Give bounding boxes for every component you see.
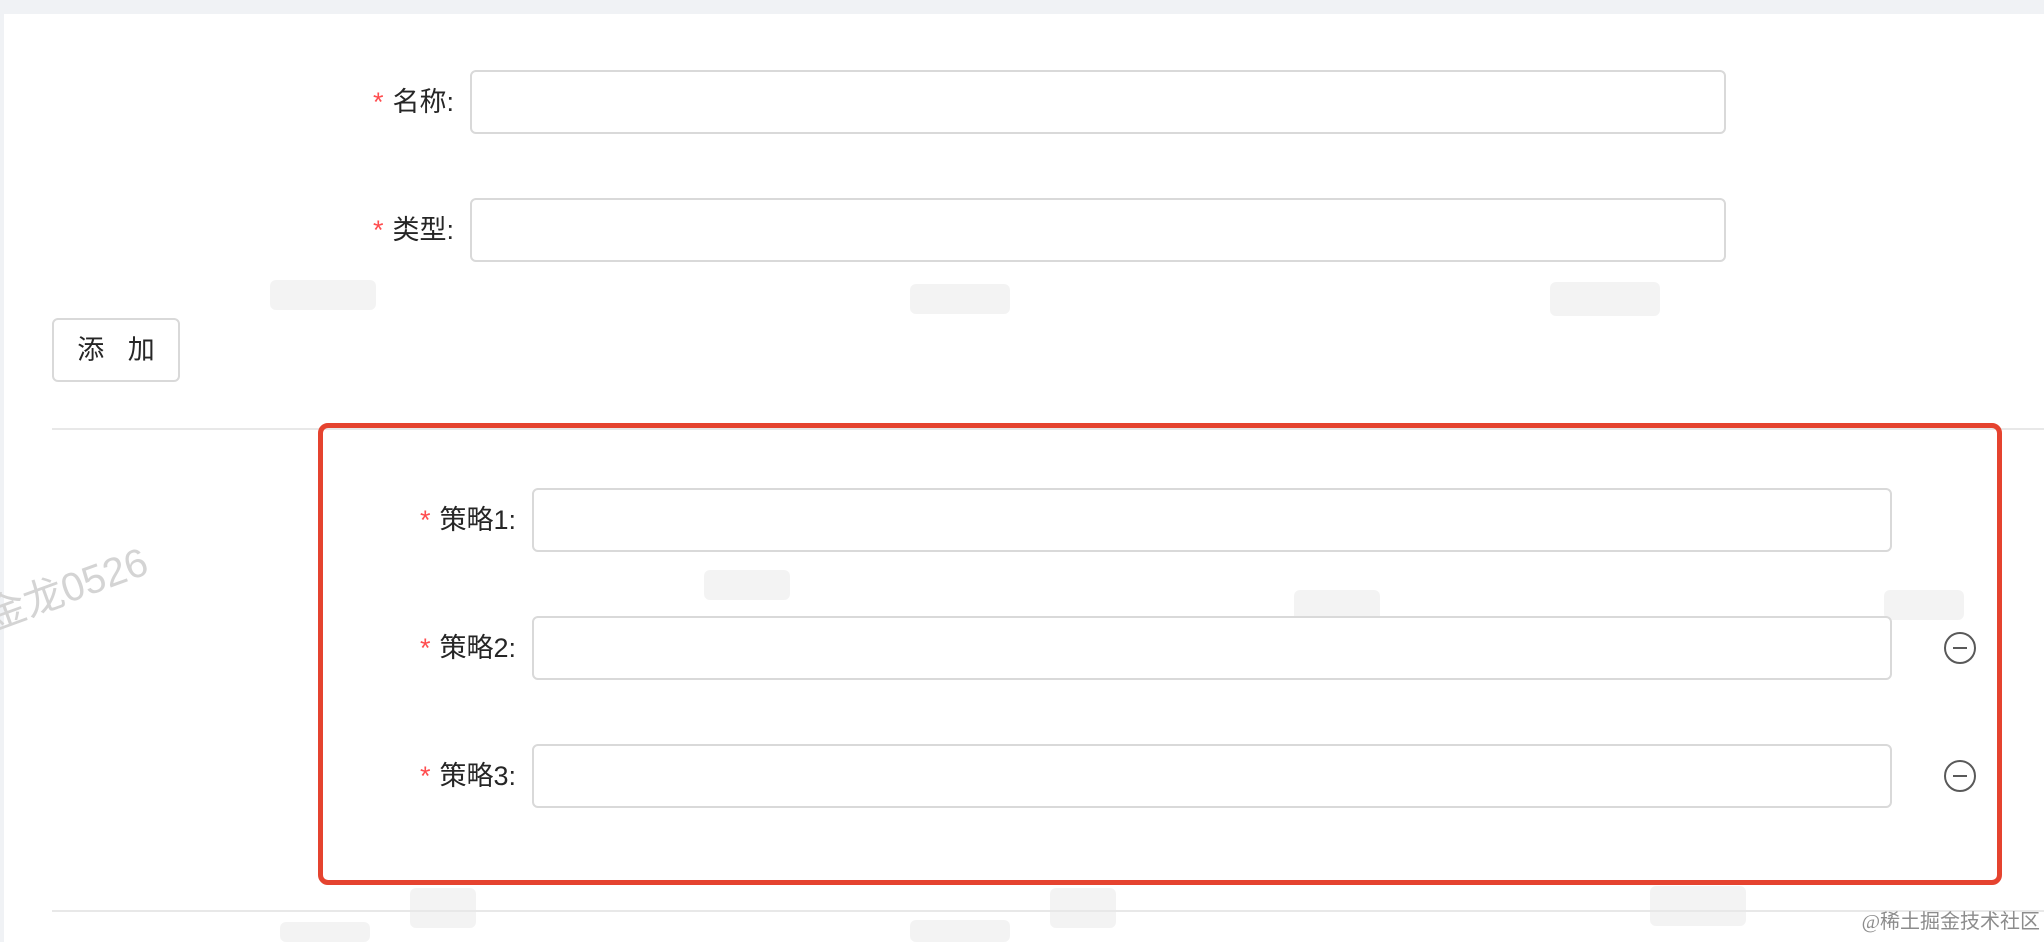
- required-mark: *: [372, 87, 384, 117]
- watermark-fragment: [1050, 888, 1116, 928]
- form-card: * 名称: * 类型: 金龙0526 添 加 * 策略1: * 策略2: * 策…: [0, 14, 2044, 942]
- source-credit: @稀土掘金技术社区: [1861, 911, 2040, 933]
- name-label-text: 名称: [392, 87, 447, 117]
- highlight-box: [318, 423, 2002, 885]
- watermark-fragment: [910, 284, 1010, 314]
- name-label: * 名称:: [372, 87, 454, 117]
- watermark-fragment: [1650, 886, 1746, 926]
- add-button[interactable]: 添 加: [52, 318, 180, 382]
- divider: [52, 910, 2044, 912]
- name-input[interactable]: [470, 70, 1726, 134]
- type-label: * 类型:: [372, 215, 454, 245]
- required-mark: *: [372, 215, 384, 245]
- watermark-fragment: [270, 280, 376, 310]
- name-form-item: * 名称:: [4, 70, 1726, 134]
- type-label-text: 类型: [392, 215, 447, 245]
- watermark-fragment: [1550, 282, 1660, 316]
- type-form-item: * 类型:: [4, 198, 1726, 262]
- watermark-fragment: [410, 888, 476, 928]
- watermark-fragment: [280, 922, 370, 942]
- watermark-fragment: [910, 920, 1010, 942]
- type-input[interactable]: [470, 198, 1726, 262]
